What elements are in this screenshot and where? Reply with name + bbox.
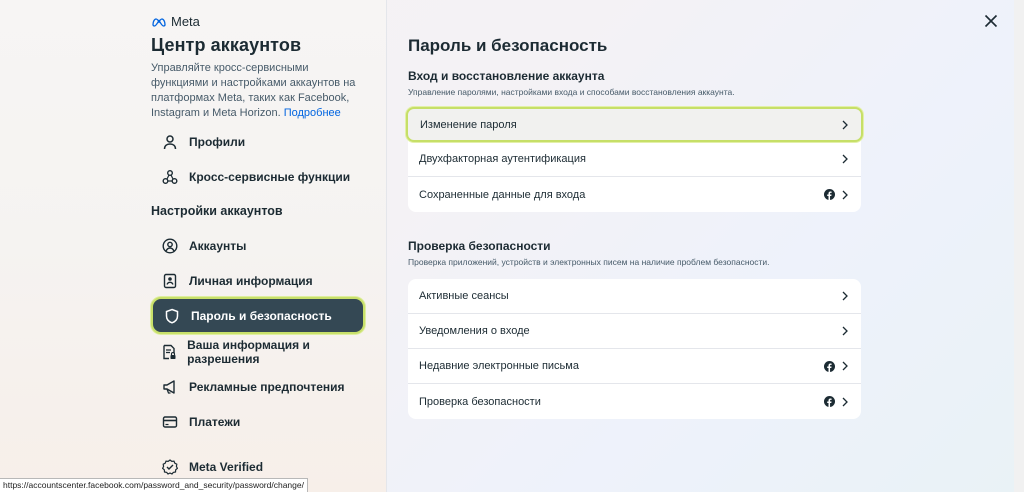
- chevron-right-icon: [842, 326, 848, 336]
- sidebar-item-connected-experiences[interactable]: Кросс-сервисные функции: [151, 160, 365, 194]
- sidebar-item-label: Meta Verified: [189, 460, 264, 474]
- page-title: Пароль и безопасность: [408, 36, 608, 55]
- login-alerts-row[interactable]: Уведомления о входе: [408, 314, 861, 349]
- shield-icon: [163, 307, 181, 325]
- meta-infinity-icon: [152, 17, 166, 27]
- main-content: Пароль и безопасность Вход и восстановле…: [387, 0, 1024, 492]
- sidebar-item-profiles[interactable]: Профили: [151, 125, 365, 159]
- sidebar-item-personal-info[interactable]: Личная информация: [151, 264, 365, 298]
- connected-icon: [161, 168, 179, 186]
- chevron-right-icon: [842, 154, 848, 164]
- account-settings-heading: Настройки аккаунтов: [151, 204, 283, 218]
- sidebar-item-label: Личная информация: [189, 274, 313, 288]
- chevron-right-icon: [842, 397, 848, 406]
- facebook-icon: [824, 360, 835, 372]
- card-icon: [161, 413, 179, 431]
- facebook-icon: [824, 396, 835, 407]
- sidebar: Meta Центр аккаунтов Управляйте кросс-се…: [0, 0, 387, 492]
- recent-emails-row[interactable]: Недавние электронные письма: [408, 349, 861, 384]
- sidebar-item-label: Пароль и безопасность: [191, 308, 332, 323]
- doc-lock-icon: [161, 343, 177, 361]
- sidebar-item-ad-preferences[interactable]: Рекламные предпочтения: [151, 370, 365, 404]
- megaphone-icon: [161, 378, 179, 396]
- profile-icon: [161, 133, 179, 151]
- security-checks-card: Активные сеансы Уведомления о входе Неда…: [408, 279, 861, 419]
- facebook-icon: [824, 189, 835, 200]
- accounts-center-description: Управляйте кросс-сервисными функциями и …: [151, 61, 366, 121]
- sidebar-item-accounts[interactable]: Аккаунты: [151, 229, 365, 263]
- change-password-row[interactable]: Изменение пароля: [406, 107, 863, 142]
- close-icon[interactable]: [984, 14, 998, 28]
- login-recovery-heading: Вход и восстановление аккаунта: [408, 69, 605, 83]
- meta-logo-text: Meta: [171, 14, 200, 29]
- chevron-right-icon: [842, 190, 848, 199]
- scrollbar[interactable]: [1014, 0, 1024, 492]
- sidebar-item-label: Рекламные предпочтения: [189, 380, 345, 394]
- sidebar-item-label: Профили: [189, 135, 246, 149]
- security-checks-subtitle: Проверка приложений, устройств и электро…: [408, 257, 770, 267]
- sidebar-item-label: Кросс-сервисные функции: [189, 170, 351, 184]
- login-recovery-subtitle: Управление паролями, настройками входа и…: [408, 87, 735, 97]
- sidebar-item-payments[interactable]: Платежи: [151, 405, 365, 439]
- security-checks-heading: Проверка безопасности: [408, 239, 551, 253]
- row-label: Недавние электронные письма: [419, 360, 579, 372]
- row-label: Двухфакторная аутентификация: [419, 153, 586, 165]
- saved-login-row[interactable]: Сохраненные данные для входа: [408, 177, 861, 212]
- verified-badge-icon: [161, 458, 179, 476]
- login-recovery-card: Изменение пароля Двухфакторная аутентифи…: [406, 107, 863, 212]
- security-checkup-row[interactable]: Проверка безопасности: [408, 384, 861, 419]
- row-label: Проверка безопасности: [419, 395, 541, 408]
- chevron-right-icon: [842, 120, 848, 129]
- chevron-right-icon: [842, 291, 848, 301]
- chevron-right-icon: [842, 361, 848, 371]
- account-circle-icon: [161, 237, 179, 255]
- learn-more-link[interactable]: Подробнее: [284, 107, 341, 119]
- meta-logo: Meta: [151, 14, 200, 29]
- sidebar-item-label: Аккаунты: [189, 239, 247, 253]
- row-label: Изменение пароля: [420, 118, 517, 131]
- accounts-center-title: Центр аккаунтов: [151, 35, 302, 55]
- sidebar-item-password-security[interactable]: Пароль и безопасность: [151, 297, 365, 334]
- sidebar-item-label: Платежи: [189, 415, 241, 429]
- row-label: Уведомления о входе: [419, 325, 530, 337]
- row-label: Активные сеансы: [419, 290, 509, 302]
- sidebar-item-your-info-permissions[interactable]: Ваша информация и разрешения: [151, 335, 365, 369]
- sidebar-item-label: Ваша информация и разрешения: [187, 338, 310, 366]
- id-card-icon: [161, 272, 179, 290]
- two-factor-row[interactable]: Двухфакторная аутентификация: [408, 142, 861, 177]
- active-sessions-row[interactable]: Активные сеансы: [408, 279, 861, 314]
- row-label: Сохраненные данные для входа: [419, 188, 586, 201]
- status-bar-url: https://accountscenter.facebook.com/pass…: [0, 478, 308, 492]
